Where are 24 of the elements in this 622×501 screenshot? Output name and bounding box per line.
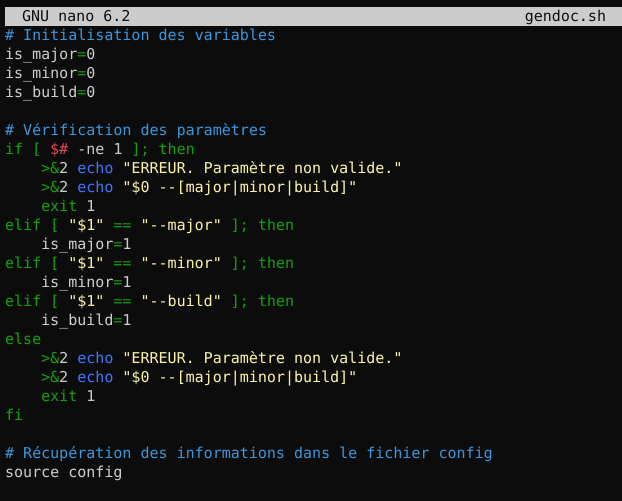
code-line: >&2 echo "$0 --[major|minor|build]" (41, 368, 358, 387)
code-line: is_minor=0 (5, 64, 96, 83)
code-comment: # Vérification des paramètres (5, 121, 267, 140)
code-comment: # Récupération des informations dans le fichier config (5, 444, 493, 463)
code-line: is_minor=1 (41, 273, 132, 292)
code-line: elif [ "$1" == "--minor" ]; then (5, 254, 294, 273)
code-line: if [ $# -ne 1 ]; then (5, 140, 195, 159)
code-comment: # Initialisation des variables (5, 26, 276, 45)
code-line: is_build=0 (5, 83, 96, 102)
code-line: fi (5, 406, 24, 425)
file-name: gendoc.sh (524, 7, 606, 26)
code-line: exit 1 (41, 197, 96, 216)
code-line: >&2 echo "ERREUR. Paramètre non valide." (41, 159, 402, 178)
code-line: is_build=1 (41, 311, 132, 330)
code-line: elif [ "$1" == "--build" ]; then (5, 292, 294, 311)
code-line: exit 1 (41, 387, 96, 406)
code-line: source config (5, 463, 122, 482)
code-line: >&2 echo "$0 --[major|minor|build]" (41, 178, 358, 197)
code-line: elif [ "$1" == "--major" ]; then (5, 216, 294, 235)
app-title: GNU nano 6.2 (22, 7, 130, 26)
code-line: >&2 echo "ERREUR. Paramètre non valide." (41, 349, 402, 368)
code-line: is_major=0 (5, 45, 96, 64)
code-line: else (5, 330, 42, 349)
code-line: is_major=1 (41, 235, 132, 254)
